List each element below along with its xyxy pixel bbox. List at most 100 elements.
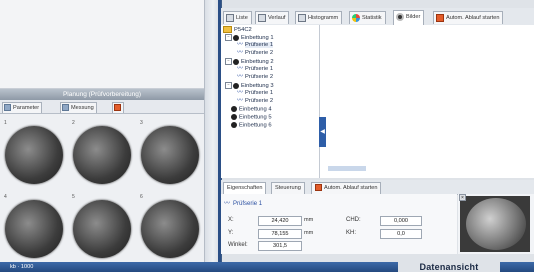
tree-node-einbettung-1[interactable]: − Einbettung 1 (225, 34, 274, 42)
chd-value-field[interactable]: 0,000 (380, 216, 422, 226)
expander-icon[interactable]: − (225, 58, 232, 65)
tab-histogramm[interactable]: Histogramm (295, 11, 343, 24)
thumbnail-image[interactable] (466, 198, 526, 250)
specimen-icon (233, 34, 239, 41)
tree-node-root[interactable]: P54C2 (223, 26, 252, 34)
series-icon: 〰 (237, 98, 244, 104)
selected-item-header: 〰 Prüfserie 1 (224, 198, 262, 207)
series-icon: 〰 (224, 201, 231, 207)
status-title: Datenansicht (398, 262, 500, 272)
status-bar: kb · 1000 Datenansicht (0, 262, 534, 272)
tab-label: Eigenschaften (227, 185, 263, 191)
winkel-value-field[interactable]: 301,5 (258, 241, 302, 251)
expander-icon[interactable]: − (225, 34, 232, 41)
image-view-area (320, 25, 534, 178)
series-icon: 〰 (237, 74, 244, 80)
parameter-icon (4, 104, 11, 111)
x-label: X: (228, 217, 234, 223)
tree-node-pruefserie[interactable]: 〰 Prüfserie 2 (237, 98, 273, 105)
tab-statistik[interactable]: Statistik (349, 11, 386, 24)
sample-image (5, 126, 63, 184)
tree-node-einbettung-6[interactable]: Einbettung 6 (231, 122, 272, 130)
sample-cell-1[interactable]: 1 (2, 120, 68, 186)
tree-node-einbettung-2[interactable]: − Einbettung 2 (225, 58, 274, 66)
tab-eigenschaften[interactable]: Eigenschaften (223, 182, 267, 194)
collapse-arrow-icon[interactable]: ◀ (319, 117, 326, 147)
x-unit: mm (304, 217, 314, 223)
sample-image-grid: 1 2 3 4 5 6 (0, 114, 204, 262)
tab-messung[interactable]: Messung (60, 102, 97, 113)
tab-parameter-label: Parameter (13, 105, 40, 111)
sample-index: 5 (72, 194, 75, 200)
x-value-field[interactable]: 24,420 (258, 216, 302, 226)
tab-label: Autom. Ablauf starten (446, 15, 500, 21)
tab-autom-ablauf[interactable]: Autom. Ablauf starten (433, 11, 504, 24)
tab-liste[interactable]: Liste (223, 11, 252, 24)
tree-node-pruefserie[interactable]: 〰 Prüfserie 1 (237, 42, 274, 49)
sample-cell-5[interactable]: 5 (70, 194, 136, 260)
tree-node-einbettung-3[interactable]: − Einbettung 3 (225, 82, 274, 90)
series-icon: 〰 (237, 50, 244, 56)
history-icon (258, 14, 266, 22)
sample-cell-4[interactable]: 4 (2, 194, 68, 260)
properties-tab-strip: Eigenschaften Steuerung Autom. Ablauf st… (221, 180, 534, 195)
left-upper-panel (0, 0, 204, 89)
sample-index: 1 (4, 120, 7, 126)
sample-image (5, 200, 63, 258)
tab-label: Autom. Ablauf starten (324, 185, 378, 191)
specimen-icon (231, 122, 237, 128)
close-icon[interactable]: × (459, 194, 466, 201)
tab-label: Statistik (362, 15, 382, 21)
sample-index: 2 (72, 120, 75, 126)
tree-node-pruefserie[interactable]: 〰 Prüfserie 2 (237, 50, 273, 57)
series-icon: 〰 (237, 66, 244, 72)
sample-index: 4 (4, 194, 7, 200)
tab-steuerung[interactable]: Steuerung (271, 182, 305, 194)
sample-index: 6 (140, 194, 143, 200)
tab-autom-ablauf-2[interactable]: Autom. Ablauf starten (311, 182, 382, 194)
sample-cell-6[interactable]: 6 (138, 194, 204, 260)
tree-node-pruefserie[interactable]: 〰 Prüfserie 1 (237, 90, 273, 97)
sample-cell-3[interactable]: 3 (138, 120, 204, 186)
sample-image (141, 126, 199, 184)
tree-node-pruefserie[interactable]: 〰 Prüfserie 2 (237, 74, 273, 81)
statistics-icon (352, 14, 360, 22)
specimen-icon (233, 82, 239, 89)
sample-image (141, 200, 199, 258)
tab-label: Steuerung (275, 185, 301, 191)
autorun-icon (315, 184, 322, 192)
measure-icon (62, 104, 69, 111)
chd-label: CHD: (346, 217, 361, 223)
kh-label: KH: (346, 230, 357, 236)
tab-bilder[interactable]: Bilder (393, 10, 425, 25)
tree-node-pruefserie[interactable]: 〰 Prüfserie 1 (237, 66, 273, 73)
specimen-icon (231, 114, 237, 120)
list-icon (226, 14, 234, 22)
sample-image (73, 200, 131, 258)
tree-node-einbettung-5[interactable]: Einbettung 5 (231, 114, 272, 122)
kh-value-field[interactable]: 0,0 (380, 229, 422, 239)
images-icon (396, 13, 404, 21)
tab-verlauf[interactable]: Verlauf (255, 11, 290, 24)
sample-tree: P54C2 − Einbettung 1 〰 Prüfserie 1 〰 Prüfse… (221, 25, 320, 178)
tree-node-einbettung-4[interactable]: Einbettung 4 (231, 106, 272, 114)
y-label: Y: (228, 230, 234, 236)
expander-icon[interactable]: − (225, 82, 232, 89)
tab-label: Verlauf (268, 15, 286, 21)
planung-header: Planung (Prüfvorbereitung) (0, 89, 204, 100)
specimen-icon (231, 106, 237, 112)
specimen-icon (233, 58, 239, 65)
sample-cell-2[interactable]: 2 (70, 120, 136, 186)
winkel-label: Winkel: (228, 242, 248, 248)
sample-image (73, 126, 131, 184)
left-tab-strip: Parameter Messung (0, 100, 204, 114)
scroll-indicator[interactable] (328, 166, 366, 171)
y-value-field[interactable]: 78,155 (258, 229, 302, 239)
autorun-icon (436, 14, 444, 22)
tab-image[interactable] (112, 102, 124, 113)
series-icon: 〰 (237, 90, 244, 96)
image-icon (114, 104, 121, 111)
sample-index: 3 (140, 120, 143, 126)
selected-item-label: Prüfserie 1 (233, 201, 263, 207)
tab-parameter[interactable]: Parameter (2, 102, 43, 113)
